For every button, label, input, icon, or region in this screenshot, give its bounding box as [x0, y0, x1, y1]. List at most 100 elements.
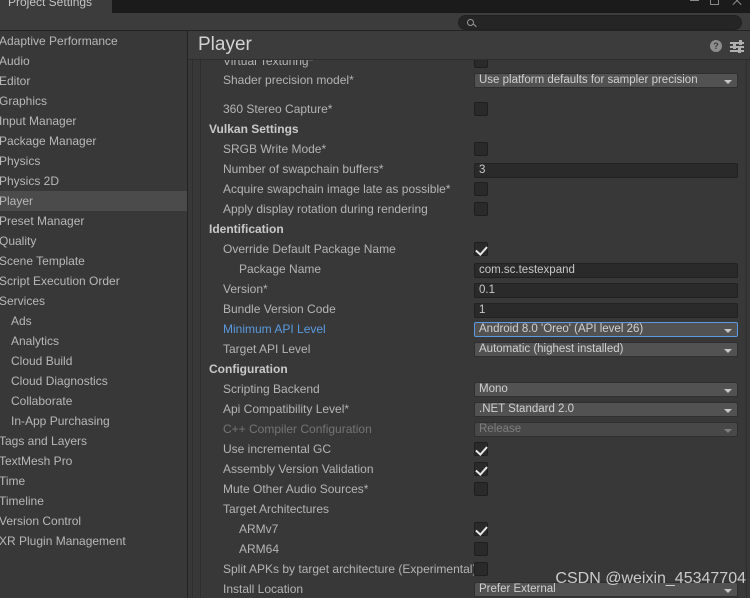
- setting-checkbox[interactable]: [474, 202, 488, 216]
- chevron-down-icon: [724, 429, 732, 433]
- setting-text-input[interactable]: [474, 282, 738, 298]
- setting-checkbox[interactable]: [474, 182, 488, 196]
- sidebar-item-package-manager[interactable]: Package Manager: [0, 131, 187, 151]
- panel-header-icons: ?: [710, 40, 744, 53]
- setting-label: ARMv7: [239, 522, 279, 536]
- sidebar-item-label: Scene Template: [0, 254, 85, 268]
- settings-sidebar[interactable]: Adaptive Performance Audio Editor Graphics I…: [0, 31, 188, 598]
- sidebar-item-version-control[interactable]: Version Control: [0, 511, 187, 531]
- sidebar-item-label: Player: [0, 194, 34, 208]
- settings-scroll-area: Virtual Texturing* Shader precision model…: [188, 60, 750, 598]
- sidebar-item-in-app-purchasing[interactable]: In-App Purchasing: [0, 411, 187, 431]
- setting-row-armv7: ARMv7: [201, 520, 741, 540]
- setting-dropdown[interactable]: Mono: [474, 382, 738, 397]
- sidebar-item-label: Tags and Layers: [0, 434, 88, 448]
- sidebar-item-label: Physics: [0, 154, 41, 168]
- sidebar-item-label: Editor: [0, 74, 31, 88]
- sidebar-item-tags-and-layers[interactable]: Tags and Layers: [0, 431, 187, 451]
- setting-text-input[interactable]: [474, 262, 738, 278]
- setting-dropdown[interactable]: Prefer External: [474, 582, 738, 597]
- sidebar-item-adaptive-performance[interactable]: Adaptive Performance: [0, 31, 187, 51]
- sidebar-item-label: XR Plugin Management: [0, 534, 126, 548]
- maximize-icon[interactable]: [710, 0, 719, 5]
- setting-row-configuration: Configuration: [201, 360, 741, 380]
- setting-checkbox[interactable]: [474, 542, 488, 556]
- setting-row-split-apks-by-target-architecture-experimental: Split APKs by target architecture (Exper…: [201, 560, 741, 580]
- sidebar-item-graphics[interactable]: Graphics: [0, 91, 187, 111]
- setting-label[interactable]: Minimum API Level: [223, 322, 326, 336]
- setting-checkbox[interactable]: [474, 60, 488, 68]
- sidebar-item-quality[interactable]: Quality: [0, 231, 187, 251]
- setting-label: Acquire swapchain image late as possible…: [223, 182, 451, 196]
- close-icon[interactable]: [732, 0, 742, 6]
- sidebar-item-scene-template[interactable]: Scene Template: [0, 251, 187, 271]
- setting-text-input[interactable]: [474, 162, 738, 178]
- setting-label: Bundle Version Code: [223, 302, 336, 316]
- setting-checkbox[interactable]: [474, 462, 488, 476]
- sidebar-item-label: Graphics: [0, 94, 48, 108]
- setting-label: 360 Stereo Capture*: [223, 102, 333, 116]
- sidebar-item-physics[interactable]: Physics: [0, 151, 187, 171]
- sidebar-item-script-execution-order[interactable]: Script Execution Order: [0, 271, 187, 291]
- setting-dropdown[interactable]: Android 8.0 'Oreo' (API level 26): [474, 322, 738, 337]
- setting-checkbox[interactable]: [474, 442, 488, 456]
- search-box[interactable]: [458, 15, 742, 30]
- sidebar-item-label: Cloud Diagnostics: [11, 374, 108, 388]
- setting-checkbox[interactable]: [474, 482, 488, 496]
- sidebar-item-collaborate[interactable]: Collaborate: [0, 391, 187, 411]
- preset-settings-icon[interactable]: [730, 40, 744, 53]
- sidebar-item-time[interactable]: Time: [0, 471, 187, 491]
- setting-row-360-stereo-capture: 360 Stereo Capture*: [201, 100, 741, 120]
- page-title: Player: [198, 34, 252, 55]
- setting-row-api-compatibility-level: Api Compatibility Level* .NET Standard 2.…: [201, 400, 741, 420]
- setting-checkbox[interactable]: [474, 142, 488, 156]
- setting-text-input[interactable]: [474, 302, 738, 318]
- setting-dropdown-value: Use platform defaults for sampler precis…: [479, 74, 698, 86]
- sidebar-item-timeline[interactable]: Timeline: [0, 491, 187, 511]
- sidebar-item-label: Adaptive Performance: [0, 34, 118, 48]
- vertical-scrollbar[interactable]: [746, 60, 747, 598]
- setting-dropdown[interactable]: .NET Standard 2.0: [474, 402, 738, 417]
- setting-label: Target Architectures: [223, 502, 330, 516]
- sidebar-item-player[interactable]: Player: [0, 191, 187, 211]
- player-settings-panel: Player ? Virtual Texturing* Shader precis…: [188, 31, 750, 598]
- setting-label: Install Location: [223, 582, 304, 596]
- sidebar-item-input-manager[interactable]: Input Manager: [0, 111, 187, 131]
- sidebar-item-label: Timeline: [0, 494, 44, 508]
- minimize-icon[interactable]: [690, 0, 699, 1]
- setting-row-version: Version*: [201, 280, 741, 300]
- setting-row-scripting-backend: Scripting Backend Mono: [201, 380, 741, 400]
- sidebar-item-cloud-diagnostics[interactable]: Cloud Diagnostics: [0, 371, 187, 391]
- setting-checkbox[interactable]: [474, 562, 488, 576]
- tab-project-settings[interactable]: Project Settings: [0, 0, 112, 13]
- setting-label: Scripting Backend: [223, 382, 320, 396]
- search-toolbar: [0, 13, 750, 31]
- sidebar-item-physics-2d[interactable]: Physics 2D: [0, 171, 187, 191]
- sidebar-item-xr-plugin-management[interactable]: XR Plugin Management: [0, 531, 187, 551]
- chevron-down-icon: [724, 329, 732, 333]
- sidebar-item-ads[interactable]: Ads: [0, 311, 187, 331]
- search-input[interactable]: [481, 16, 736, 29]
- chevron-down-icon: [724, 409, 732, 413]
- sidebar-item-textmesh-pro[interactable]: TextMesh Pro: [0, 451, 187, 471]
- panel-header: Player ?: [188, 31, 750, 60]
- setting-dropdown[interactable]: Use platform defaults for sampler precis…: [474, 73, 738, 88]
- sidebar-item-services[interactable]: Services: [0, 291, 187, 311]
- setting-label: Virtual Texturing*: [223, 60, 314, 68]
- setting-checkbox[interactable]: [474, 522, 488, 536]
- setting-dropdown[interactable]: Automatic (highest installed): [474, 342, 738, 357]
- setting-label: Package Name: [239, 262, 322, 276]
- setting-label: SRGB Write Mode*: [223, 142, 327, 156]
- section-header: Configuration: [209, 362, 288, 376]
- sidebar-item-cloud-build[interactable]: Cloud Build: [0, 351, 187, 371]
- sidebar-item-preset-manager[interactable]: Preset Manager: [0, 211, 187, 231]
- help-icon[interactable]: ?: [710, 40, 722, 52]
- search-icon: [467, 19, 474, 26]
- sidebar-item-editor[interactable]: Editor: [0, 71, 187, 91]
- setting-checkbox[interactable]: [474, 242, 488, 256]
- sidebar-item-audio[interactable]: Audio: [0, 51, 187, 71]
- setting-checkbox[interactable]: [474, 102, 488, 116]
- window-controls: [688, 0, 746, 10]
- setting-row-target-api-level: Target API Level Automatic (highest insta…: [201, 340, 741, 360]
- sidebar-item-analytics[interactable]: Analytics: [0, 331, 187, 351]
